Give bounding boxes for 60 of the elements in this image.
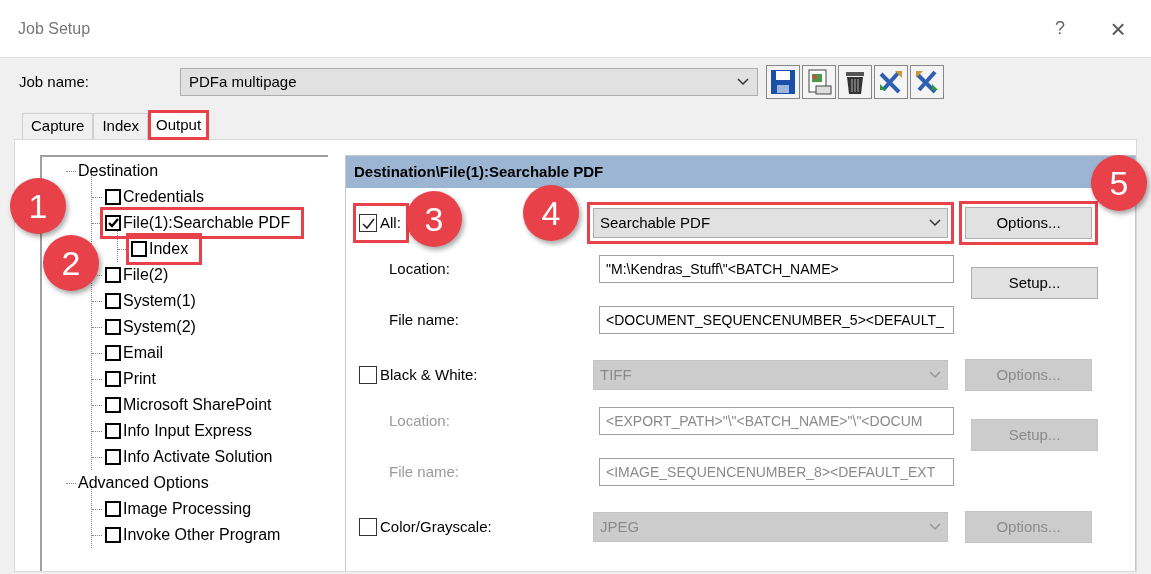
delete-button[interactable] bbox=[838, 65, 872, 99]
location-field[interactable]: "M:\Kendras_Stuff\"<BATCH_NAME> bbox=[599, 255, 954, 283]
tree-item[interactable]: Image Processing bbox=[104, 497, 262, 521]
tree-checkbox[interactable] bbox=[131, 241, 147, 257]
tree-checkbox[interactable] bbox=[105, 423, 121, 439]
chevron-down-icon bbox=[929, 219, 941, 227]
job-name-dropdown[interactable]: PDFa multipage bbox=[180, 68, 758, 96]
setup-button[interactable]: Setup... bbox=[971, 267, 1098, 299]
tree-checkbox[interactable] bbox=[105, 371, 121, 387]
job-name-label: Job name: bbox=[19, 71, 91, 92]
chevron-down-icon bbox=[737, 78, 749, 86]
tree-item[interactable]: Microsoft SharePoint bbox=[104, 393, 282, 417]
chevron-down-icon bbox=[929, 371, 941, 379]
tree-item[interactable]: Credentials bbox=[104, 185, 214, 209]
tree-item[interactable]: Index bbox=[130, 237, 199, 261]
file-name-label: File name: bbox=[388, 309, 461, 330]
tree-checkbox[interactable] bbox=[105, 293, 121, 309]
tree-checkbox[interactable] bbox=[105, 501, 121, 517]
checkmark-icon bbox=[361, 217, 375, 229]
tab[interactable]: Capture bbox=[22, 113, 94, 139]
tools-arrow-icon bbox=[877, 68, 905, 96]
export-button[interactable] bbox=[910, 65, 944, 99]
tree-item[interactable]: Advanced Options bbox=[78, 471, 209, 495]
import-button[interactable] bbox=[874, 65, 908, 99]
tree-item[interactable]: System(1) bbox=[104, 289, 206, 313]
tree-item[interactable]: Destination bbox=[78, 159, 159, 183]
tree-checkbox[interactable] bbox=[105, 215, 121, 231]
checkmark-icon bbox=[107, 218, 119, 228]
tree-item[interactable]: System(2) bbox=[104, 315, 206, 339]
tab[interactable]: Output bbox=[148, 110, 210, 140]
location-label: Location: bbox=[388, 410, 451, 431]
document-image-icon bbox=[805, 68, 833, 96]
options-button[interactable]: Options... bbox=[959, 201, 1098, 245]
format-dropdown[interactable]: Searchable PDF bbox=[587, 202, 954, 244]
close-button[interactable]: × bbox=[1103, 15, 1133, 42]
save-button[interactable] bbox=[766, 65, 800, 99]
tree-item[interactable]: Info Input Express bbox=[104, 419, 262, 443]
tree-checkbox[interactable] bbox=[105, 267, 121, 283]
tree-item[interactable]: Info Activate Solution bbox=[104, 445, 283, 469]
tree-item[interactable]: Email bbox=[104, 341, 173, 365]
help-button[interactable]: ? bbox=[1045, 15, 1075, 42]
tree-item[interactable]: Invoke Other Program bbox=[104, 523, 291, 547]
tools-arrow-icon bbox=[913, 68, 941, 96]
tree-checkbox[interactable] bbox=[105, 527, 121, 543]
file-name-field[interactable]: <DOCUMENT_SEQUENCENUMBER_5><DEFAULT_ bbox=[599, 306, 954, 334]
tree-item[interactable]: Print bbox=[104, 367, 166, 391]
tree-item[interactable]: File(2) bbox=[104, 263, 179, 287]
tab[interactable]: Index bbox=[93, 113, 149, 139]
tree-checkbox[interactable] bbox=[105, 397, 121, 413]
tree-checkbox[interactable] bbox=[105, 319, 121, 335]
tree-checkbox[interactable] bbox=[105, 449, 121, 465]
file-name-label: File name: bbox=[388, 461, 461, 482]
tree-checkbox[interactable] bbox=[105, 345, 121, 361]
window-title: Job Setup bbox=[18, 18, 91, 39]
chevron-down-icon bbox=[929, 523, 941, 531]
tree-item[interactable]: File(1):Searchable PDF bbox=[104, 211, 301, 235]
location-label: Location: bbox=[388, 258, 451, 279]
document-button[interactable] bbox=[802, 65, 836, 99]
tree-checkbox[interactable] bbox=[105, 189, 121, 205]
section-checkbox[interactable]: All: bbox=[353, 203, 409, 243]
